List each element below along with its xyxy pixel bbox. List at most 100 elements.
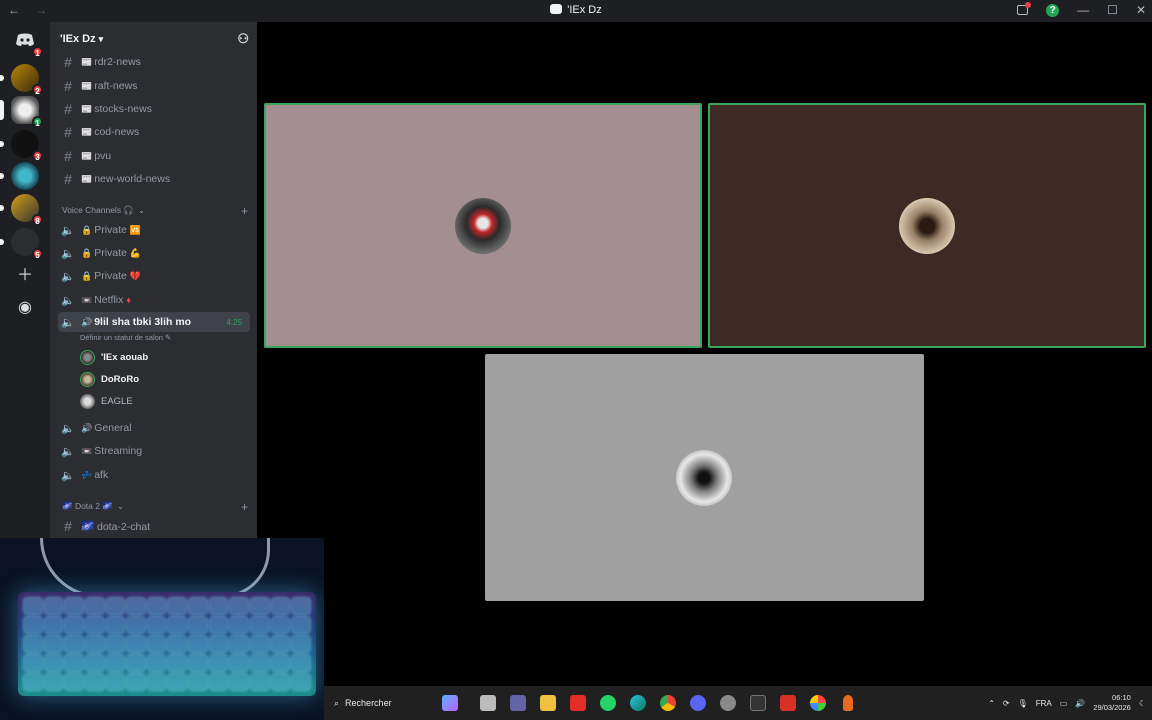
voice-channel-general[interactable]: 🔈 🔊 General [58, 418, 250, 438]
clock[interactable]: 06:10 29/03/2026 [1093, 693, 1131, 713]
voice-channel-netflix[interactable]: 🔈 📼 Netflix ♦ [58, 290, 250, 310]
lock-icon: 🔒 [81, 224, 93, 235]
settings-icon[interactable] [720, 695, 736, 711]
discord-icon[interactable] [690, 695, 706, 711]
category-dota-2[interactable]: 🌌 Dota 2 🌌 ⌄ + [62, 500, 248, 514]
channel-cod-news[interactable]: # 📰 cod-news [58, 122, 250, 142]
keyboard-key [24, 617, 42, 633]
participant-avatar [455, 198, 511, 254]
channel-stocks-news[interactable]: # 📰 stocks-news [58, 99, 250, 119]
category-label: Voice Channels 🎧 [62, 205, 135, 215]
server-icon[interactable]: 2 [0, 64, 43, 96]
server-icon[interactable]: 3 [0, 130, 43, 162]
teams-icon[interactable] [510, 695, 526, 711]
inbox-icon[interactable] [1017, 2, 1032, 15]
server-icon[interactable]: 5 [0, 228, 43, 260]
server-icon-active[interactable]: 1 [0, 96, 43, 128]
hash-icon: # [64, 101, 72, 117]
taskbar-search[interactable]: ⌕ Rechercher [330, 692, 430, 714]
keyboard-key [271, 674, 290, 690]
voice-channel-afk[interactable]: 🔈 💤 afk [58, 465, 250, 485]
youtube-icon[interactable] [570, 695, 586, 711]
pdf-icon[interactable] [780, 695, 796, 711]
keyboard-key [292, 598, 310, 614]
language-indicator[interactable]: FRA [1036, 699, 1052, 708]
voice-channel-active[interactable]: 🔈 🔊 9lil sha tbki 3lih mo 4:25 [58, 312, 250, 332]
minimize-button[interactable]: — [1077, 3, 1089, 17]
microphone-icon[interactable] [843, 695, 853, 711]
color-app-icon[interactable] [810, 695, 826, 711]
server-icon[interactable] [0, 162, 39, 190]
server-list: 1 2 1 3 8 5 ＋ ◉ [0, 22, 50, 538]
keyboard-key [147, 655, 166, 671]
discover-button[interactable]: ◉ [11, 294, 39, 322]
voice-channel-private-3[interactable]: 🔈 🔒 Private 💔 [58, 266, 250, 286]
invite-icon[interactable]: ⚇ [237, 31, 249, 47]
unread-pip [0, 141, 4, 147]
terminal-icon[interactable] [750, 695, 766, 711]
help-icon[interactable]: ? [1046, 3, 1060, 17]
hash-icon: # [64, 78, 72, 94]
voice-user[interactable]: DoRoRo [80, 369, 139, 389]
add-channel-icon[interactable]: + [241, 204, 248, 218]
task-view-icon[interactable] [480, 695, 496, 711]
participant-tile[interactable] [708, 103, 1146, 348]
notifications-icon[interactable]: ☾ [1139, 699, 1146, 708]
keyboard-key [251, 674, 269, 690]
channel-raft-news[interactable]: # 📰 raft-news [58, 76, 250, 96]
volume-icon[interactable]: 🔊 [1075, 699, 1085, 708]
home-button[interactable]: 1 [11, 26, 43, 58]
keyboard-key [209, 617, 228, 633]
unread-pip [0, 205, 4, 211]
channel-new-world-news[interactable]: # 📰 new-world-news [58, 169, 250, 189]
server-icon[interactable]: 8 [0, 194, 43, 226]
voice-stage [257, 22, 1152, 686]
channel-emoji: 📼 [81, 445, 93, 456]
voice-user[interactable]: EAGLE [80, 391, 133, 411]
channel-label: afk [94, 469, 109, 481]
add-server-button[interactable]: ＋ [11, 262, 39, 290]
speaker-icon: 🔈 [61, 469, 75, 482]
avatar [80, 393, 95, 409]
keyboard-keys [24, 598, 310, 690]
lock-icon: 🔒 [81, 270, 93, 281]
participant-tile[interactable] [485, 354, 924, 601]
voice-channel-streaming[interactable]: 🔈 📼 Streaming [58, 441, 250, 461]
edge-icon[interactable] [630, 695, 646, 711]
keyboard-key [292, 617, 310, 633]
channel-rdr2-news[interactable]: # 📰 rdr2-news [58, 52, 250, 72]
keyboard-key [44, 655, 63, 671]
user-name: DoRoRo [101, 373, 139, 385]
mic-tray-icon[interactable]: 🎙 [1018, 699, 1028, 708]
add-channel-icon[interactable]: + [241, 500, 248, 514]
chevron-down-icon: ⌄ [138, 205, 146, 215]
voice-channel-private-1[interactable]: 🔈 🔒 Private 🆚 [58, 220, 250, 240]
keyboard-key [24, 636, 42, 652]
lock-icon: 🔒 [81, 247, 93, 258]
network-icon[interactable]: ▭ [1060, 699, 1068, 708]
close-button[interactable]: ✕ [1136, 3, 1146, 17]
sync-icon[interactable]: ⟳ [1003, 699, 1010, 708]
file-explorer-icon[interactable] [540, 695, 556, 711]
category-voice-channels[interactable]: Voice Channels 🎧 ⌄ + [62, 204, 248, 218]
chevron-up-icon[interactable]: ⌃ [988, 699, 995, 708]
unread-badge: 2 [32, 84, 43, 96]
copilot-icon[interactable] [442, 695, 458, 711]
guild-header[interactable]: 'IEx Dz ▾ ⚇ [50, 22, 257, 56]
keyboard-key [292, 674, 310, 690]
unread-pip [0, 239, 4, 245]
channel-pvu[interactable]: # 📰 pvu [58, 146, 250, 166]
keyboard-key [147, 674, 166, 690]
voice-user[interactable]: 'IEx aouab [80, 347, 148, 367]
participant-tile[interactable] [264, 103, 702, 348]
channel-label: stocks-news [94, 103, 152, 115]
search-label: Rechercher [345, 698, 392, 708]
maximize-button[interactable]: ☐ [1107, 3, 1118, 17]
voice-channel-private-2[interactable]: 🔈 🔒 Private 💪 [58, 243, 250, 263]
set-channel-status[interactable]: Définir un statut de salon ✎ [80, 333, 171, 342]
whatsapp-icon[interactable] [600, 695, 616, 711]
keyboard-key [24, 655, 42, 671]
chrome-icon[interactable] [660, 695, 676, 711]
channel-dota-2-chat[interactable]: # 🌌 dota-2-chat [58, 516, 250, 536]
rgb-keyboard [18, 592, 316, 696]
